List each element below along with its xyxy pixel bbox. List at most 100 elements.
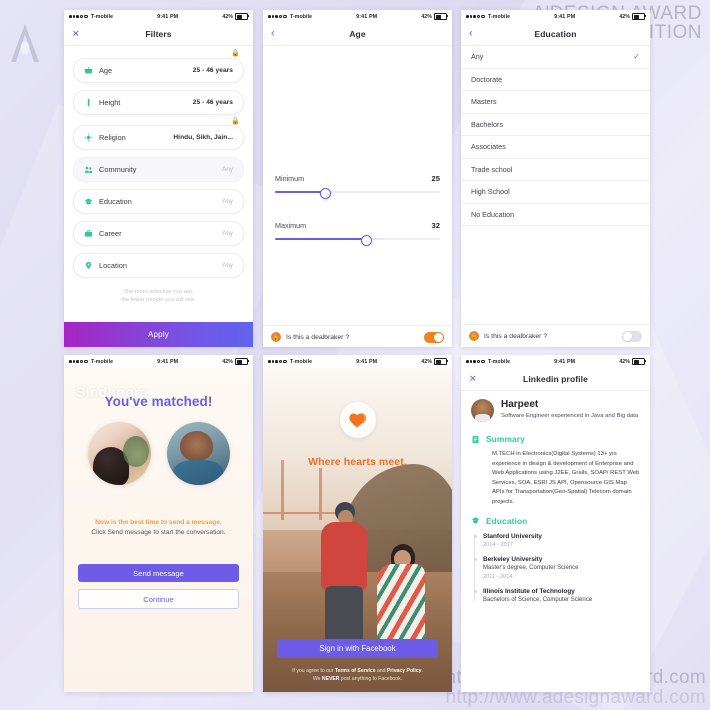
matched-message: Now is the best time to send a message. …	[64, 518, 253, 538]
dealbreaker-bar: 🔒 Is this a dealbraker ?	[263, 325, 452, 347]
chevron-left-icon[interactable]: ‹	[469, 28, 473, 40]
status-bar-battery-percent: 42%	[619, 13, 630, 20]
filter-value: 25 - 46 years	[192, 99, 233, 106]
career-icon	[84, 229, 93, 239]
filters-hint: The more selective you are, the fewer pe…	[73, 288, 244, 304]
maximum-slider-track[interactable]	[275, 234, 440, 246]
lock-icon: 🔒	[271, 332, 281, 342]
education-option-doctorate[interactable]: Doctorate	[461, 69, 650, 91]
signal-dots-icon	[268, 359, 287, 364]
filter-label: Education	[99, 197, 132, 206]
education-entry: Illinois Institute of Technology Bachelo…	[473, 587, 640, 605]
religion-icon	[84, 133, 93, 143]
avatar	[471, 399, 494, 422]
status-bar-carrier: T-mobile	[90, 358, 114, 365]
screen-linkedin-profile: T-mobile 9:41 PM 42% ✕ Linkedin profile …	[461, 355, 650, 692]
dealbreaker-toggle[interactable]	[622, 330, 642, 342]
status-bar-battery-percent: 42%	[222, 13, 233, 20]
education-option-trade-school[interactable]: Trade school	[461, 159, 650, 181]
maximum-value: 32	[431, 221, 440, 230]
status-bar: T-mobile 9:41 PM 42%	[263, 355, 452, 368]
filter-row-age[interactable]: Age 25 - 46 years	[73, 58, 244, 83]
filter-value: Any	[222, 230, 233, 237]
education-school: Stanford University	[483, 532, 542, 540]
linkedin-body: Harpeet Software Engineer experienced in…	[461, 391, 650, 692]
battery-icon	[434, 12, 448, 21]
maximum-label: Maximum	[275, 221, 307, 230]
page-title: Filters	[145, 29, 172, 39]
status-bar-signal: T-mobile	[466, 14, 510, 20]
education-option-associates[interactable]: Associates	[461, 136, 650, 159]
dealbreaker-bar: 🔒 Is this a dealbraker ?	[461, 324, 650, 347]
continue-button[interactable]: Continue	[78, 589, 239, 609]
legal-line2-prefix: We	[312, 676, 322, 682]
close-icon[interactable]: ✕	[469, 374, 477, 384]
signal-dots-icon	[268, 14, 287, 19]
avatar-female	[87, 422, 151, 485]
filter-row-location[interactable]: Location Any	[73, 253, 244, 278]
signal-dots-icon	[69, 14, 88, 19]
status-bar: T-mobile 9:41 PM 42%	[64, 355, 253, 368]
status-bar-carrier: T-mobile	[289, 358, 313, 365]
education-option-no-education[interactable]: No Education	[461, 204, 650, 226]
chevron-left-icon[interactable]: ‹	[271, 28, 275, 40]
education-years: 2014 - 2017	[483, 541, 513, 548]
apply-button[interactable]: Apply	[64, 322, 253, 347]
maximum-age-slider[interactable]: Maximum 32	[275, 221, 440, 246]
minimum-age-slider[interactable]: Minimum 25	[275, 174, 440, 199]
filter-row-community[interactable]: Community Any	[73, 157, 244, 182]
filter-row-height[interactable]: Height 25 - 46 years	[73, 90, 244, 115]
legal-suffix: .	[421, 668, 423, 674]
legal-line1: If you agree to our Terms of Service and…	[273, 667, 442, 675]
avatar-male	[166, 422, 230, 485]
minimum-label: Minimum	[275, 174, 305, 183]
option-label: No Education	[471, 209, 515, 219]
privacy-policy-link[interactable]: Privacy Policy	[387, 668, 422, 674]
a-design-award-logo-icon	[8, 22, 42, 64]
age-navbar: ‹ Age	[263, 23, 452, 46]
heart-logo-icon	[339, 402, 376, 438]
status-bar-signal: T-mobile	[268, 14, 312, 20]
education-option-high-school[interactable]: High School	[461, 181, 650, 204]
page-title: Education	[534, 29, 577, 39]
education-option-masters[interactable]: Masters	[461, 91, 650, 114]
splash-content: Where hearts meet. Sign in with Facebook…	[263, 368, 452, 692]
education-option-bachelors[interactable]: Bachelors	[461, 114, 650, 136]
screen-education: T-mobile 9:41 PM 42% ‹ Education Any ✓ D…	[461, 10, 650, 347]
send-message-button[interactable]: Send message	[78, 564, 239, 582]
battery-icon	[632, 12, 646, 21]
minimum-slider-header: Minimum 25	[275, 174, 440, 183]
education-navbar: ‹ Education	[461, 23, 650, 46]
battery-icon	[235, 357, 249, 366]
status-bar-battery: 42%	[619, 357, 646, 366]
option-label: Doctorate	[471, 74, 503, 84]
option-label: Any	[471, 52, 484, 62]
status-bar-signal: T-mobile	[466, 359, 510, 365]
matched-actions: Send message Continue	[64, 564, 253, 609]
close-icon[interactable]: ✕	[72, 29, 80, 39]
minimum-slider-thumb[interactable]	[320, 187, 331, 199]
maximum-slider-fill	[275, 238, 366, 240]
page-title: Linkedin profile	[523, 374, 588, 384]
filter-row-career[interactable]: Career Any	[73, 221, 244, 246]
filter-row-education[interactable]: Education Any	[73, 189, 244, 214]
filter-row-religion[interactable]: Religion Hindu, Sikh, Jain...	[73, 125, 244, 150]
education-timeline: Stanford University 2014 - 2017 Berkeley…	[461, 530, 650, 605]
dealbreaker-toggle[interactable]	[424, 331, 444, 343]
legal-line2: We NEVER post anything to Facebook.	[273, 675, 442, 683]
maximum-slider-thumb[interactable]	[361, 234, 373, 246]
legal-disclaimer: If you agree to our Terms of Service and…	[273, 667, 442, 683]
option-label: Associates	[471, 142, 506, 152]
education-option-any[interactable]: Any ✓	[461, 46, 650, 69]
terms-of-service-link[interactable]: Terms of Service	[335, 668, 376, 674]
matched-message-line2: Click Send message to start the conversa…	[91, 529, 226, 536]
option-label: Trade school	[471, 164, 513, 174]
minimum-slider-track[interactable]	[275, 187, 440, 199]
facebook-signin-button[interactable]: Sign in with Facebook	[277, 639, 438, 658]
filter-value: Any	[222, 262, 233, 269]
option-label: Masters	[471, 97, 497, 107]
status-bar-battery-percent: 42%	[619, 358, 630, 365]
status-bar-battery: 42%	[421, 357, 448, 366]
education-entry: Stanford University 2014 - 2017	[473, 532, 640, 550]
summary-title: Summary	[486, 434, 525, 444]
